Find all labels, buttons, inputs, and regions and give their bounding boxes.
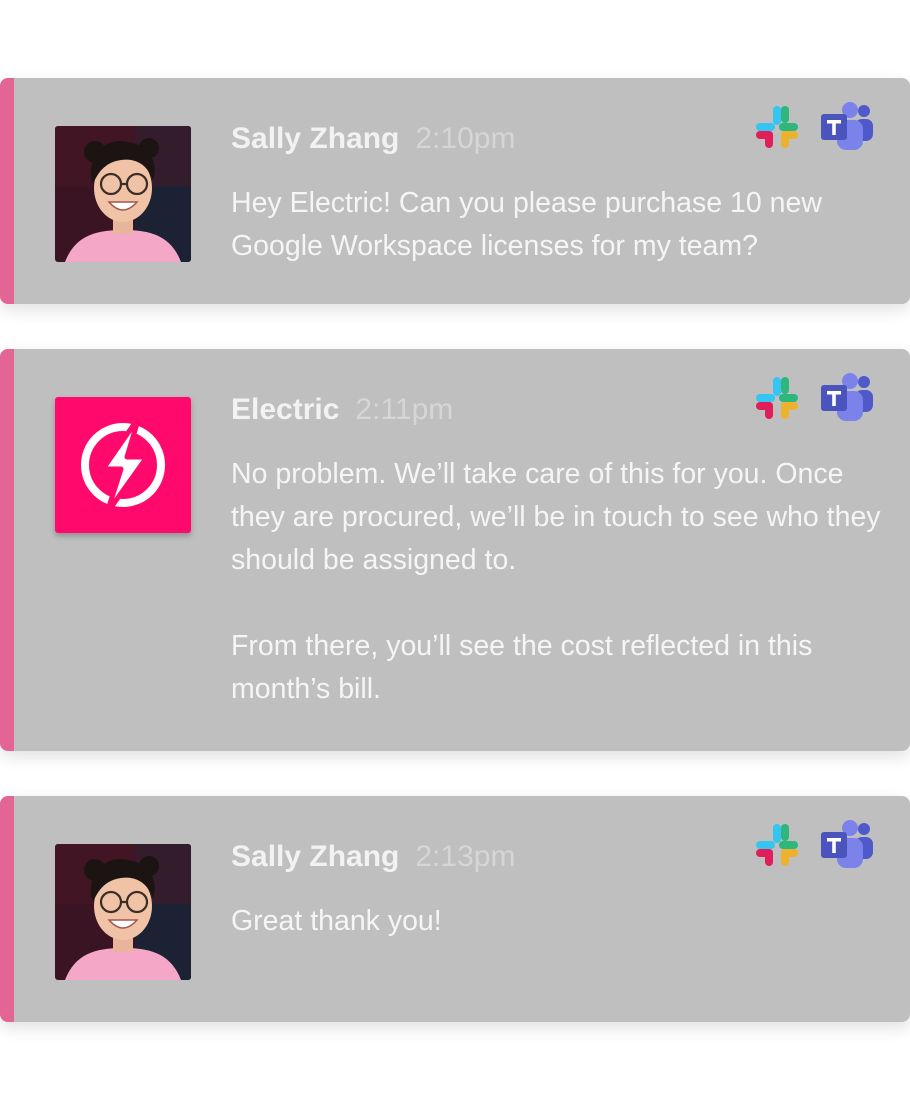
avatar [55, 126, 191, 262]
message-card: Sally Zhang 2:10pm Hey Electric! Can you … [0, 78, 910, 304]
message-body: Hey Electric! Can you please purchase 10… [231, 182, 881, 268]
message-header: Sally Zhang 2:13pm [231, 840, 515, 874]
accent-bar [0, 796, 14, 1022]
slack-icon [754, 375, 800, 421]
message-body: No problem. We’ll take care of this for … [231, 453, 881, 711]
sender-name: Sally Zhang [231, 122, 400, 155]
message-time: 2:10pm [415, 122, 516, 155]
microsoft-teams-icon [819, 820, 875, 870]
message-header: Sally Zhang 2:10pm [231, 122, 515, 156]
message-body: Great thank you! [231, 900, 881, 943]
electric-bolt-icon [55, 397, 191, 533]
accent-bar [0, 78, 14, 304]
message-card: Electric 2:11pm No problem. We’ll take ca… [0, 349, 910, 751]
microsoft-teams-icon [819, 102, 875, 152]
message-card: Sally Zhang 2:13pm Great thank you! [0, 796, 910, 1022]
integration-icons [754, 102, 875, 152]
avatar [55, 844, 191, 980]
slack-icon [754, 822, 800, 868]
message-time: 2:13pm [415, 840, 516, 873]
accent-bar [0, 349, 14, 751]
electric-logo-avatar [55, 397, 191, 533]
microsoft-teams-icon [819, 373, 875, 423]
message-header: Electric 2:11pm [231, 393, 453, 427]
message-time: 2:11pm [355, 393, 454, 426]
integration-icons [754, 820, 875, 870]
integration-icons [754, 373, 875, 423]
message-text: Hey Electric! Can you please purchase 10… [231, 187, 822, 262]
message-text: Great thank you! [231, 905, 442, 937]
sender-name: Electric [231, 393, 340, 426]
sender-name: Sally Zhang [231, 840, 400, 873]
message-text: From there, you’ll see the cost reflecte… [231, 630, 813, 705]
message-text: No problem. We’ll take care of this for … [231, 458, 881, 576]
slack-icon [754, 104, 800, 150]
